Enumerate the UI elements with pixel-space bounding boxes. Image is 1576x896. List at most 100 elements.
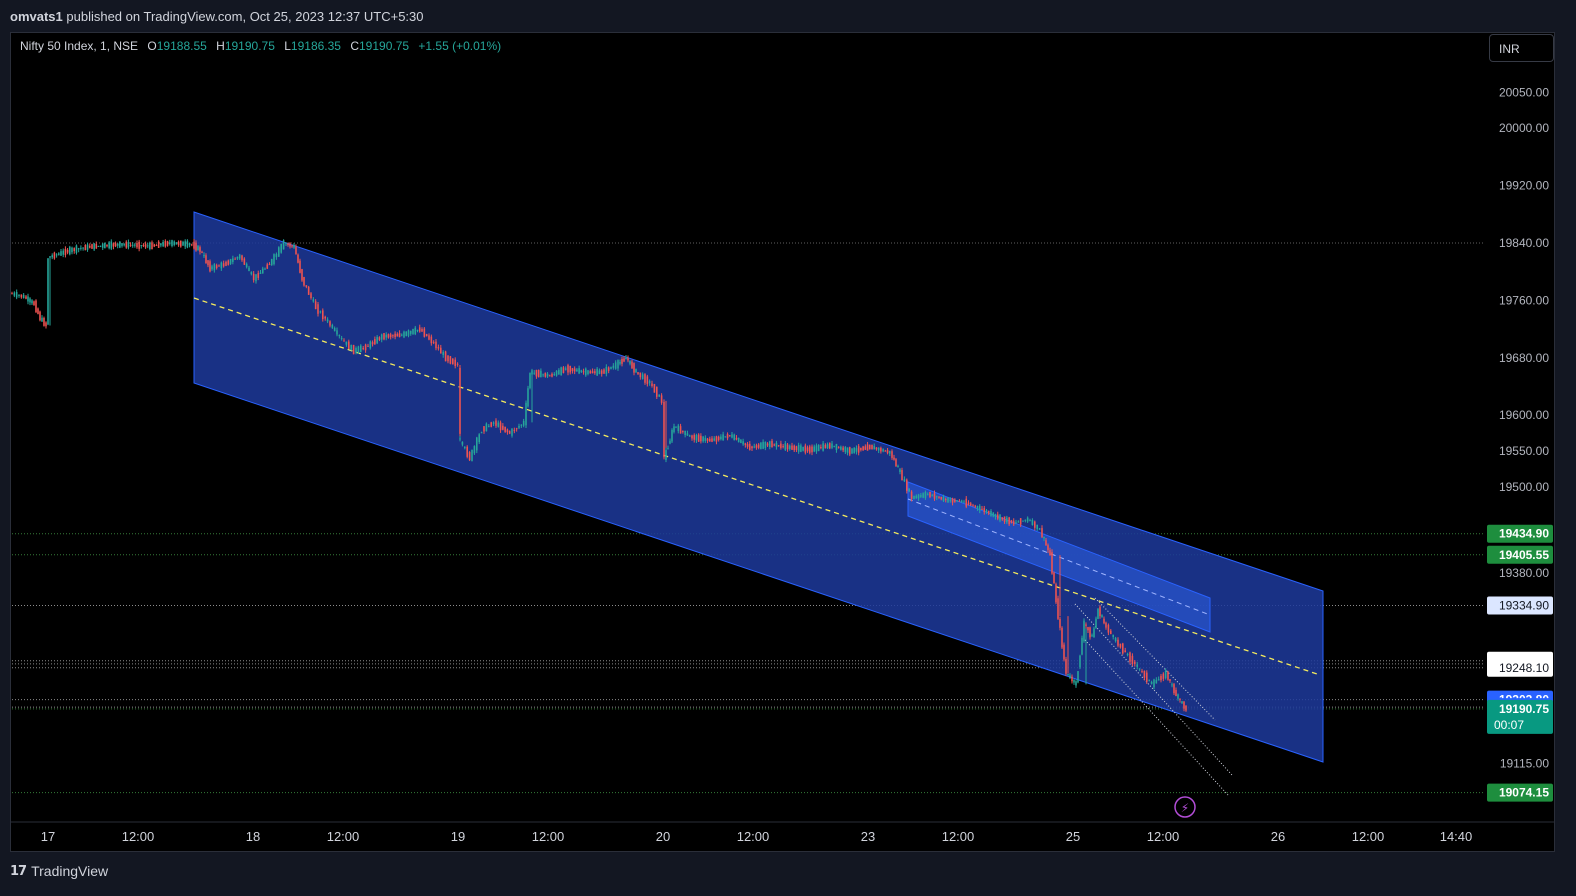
candle-body [18,294,20,296]
candle-body [824,444,827,449]
currency-button[interactable]: INR [1489,34,1554,62]
candle-body [483,426,485,432]
candle-body [108,242,110,249]
candle-body [886,450,889,454]
candle-body [41,317,43,322]
candle-body [535,369,538,377]
candle-body [114,243,117,247]
candle-body [594,371,596,374]
candle-body [972,505,974,507]
candle-body [93,243,95,250]
candle-body [596,368,598,376]
candle-body [299,260,301,273]
candle-body [653,384,656,393]
candle-body [11,293,13,295]
candle-body [195,242,197,251]
candle-body [193,241,195,249]
candle-body [637,372,639,375]
candle-body [314,301,317,310]
candle-body [888,450,891,454]
candle-body [766,443,769,446]
candle-body [981,508,983,510]
candle-body [428,335,430,340]
candle-body [713,438,716,441]
candle-body [1177,694,1179,699]
x-tick-label: 23 [861,829,875,844]
candle-body [591,371,594,374]
candle-body [1171,684,1173,686]
candle-body [617,360,619,369]
candle-body [1026,517,1029,522]
candle-body [540,370,542,378]
candle-body [780,443,782,448]
brand-name: TradingView [31,863,109,879]
candle-body [1003,516,1006,522]
candle-body [338,335,341,337]
candle-body [884,450,887,452]
symbol-title[interactable]: Nifty 50 Index, 1, NSE [20,39,138,53]
candle-body [31,300,33,304]
candle-body [138,241,140,249]
candle-body [880,447,882,452]
candle-body [259,272,262,274]
candle-body [502,425,504,430]
candle-body [598,370,601,374]
candle-body [811,446,813,453]
candle-body [49,256,51,258]
candle-body [80,247,82,249]
candle-body [891,451,893,458]
candle-body [345,341,348,345]
x-tick-label: 25 [1066,829,1080,844]
candle-body [949,499,952,501]
candle-body [297,254,299,263]
candle-body [461,441,464,445]
candle-body [1008,517,1010,525]
candle-body [660,395,663,403]
x-tick-label: 12:00 [122,829,155,844]
y-tick-label: 19550.00 [1499,444,1549,458]
candle-body [146,245,149,247]
candle-body [1012,520,1015,525]
candle-body [1055,584,1057,603]
candle-body [191,244,193,246]
candle-body [15,292,18,298]
candle-body [1041,528,1043,538]
price-chart[interactable]: 20050.00 20000.00 19920.00 19840.00 19760.00… [0,0,1576,896]
candle-body [737,437,740,443]
candle-body [851,448,853,454]
candle-body [835,443,838,450]
candle-body [203,254,205,257]
candle-body [625,357,627,360]
candle-body [421,329,423,332]
candle-body [1017,521,1020,523]
candle-body [69,246,71,255]
candle-body [1181,701,1183,704]
candle-body [706,438,709,441]
candle-body [1073,679,1075,683]
candle-body [656,386,658,397]
candle-body [86,244,89,250]
candle-body [88,245,91,248]
candle-body [1155,679,1158,684]
candle-body [409,330,412,334]
high-value: 19190.75 [224,39,275,53]
candle-body [1063,644,1065,660]
candle-body [846,447,849,453]
candle-body [1169,679,1171,681]
candle-body [837,447,840,449]
candle-body [151,242,153,250]
candle-body [537,369,540,378]
candle-body [663,401,665,458]
candle-body [177,241,180,246]
candle-body [908,489,910,492]
x-tick-label: 14:40 [1440,829,1473,844]
candle-body [222,263,225,267]
candle-body [935,496,938,498]
candle-body [60,251,62,256]
candle-body [788,445,791,449]
candle-body [171,240,173,246]
candle-body [954,499,956,502]
candle-body [352,344,355,355]
tradingview-brand[interactable]: 17 TradingView [10,863,108,879]
candle-body [112,243,115,247]
